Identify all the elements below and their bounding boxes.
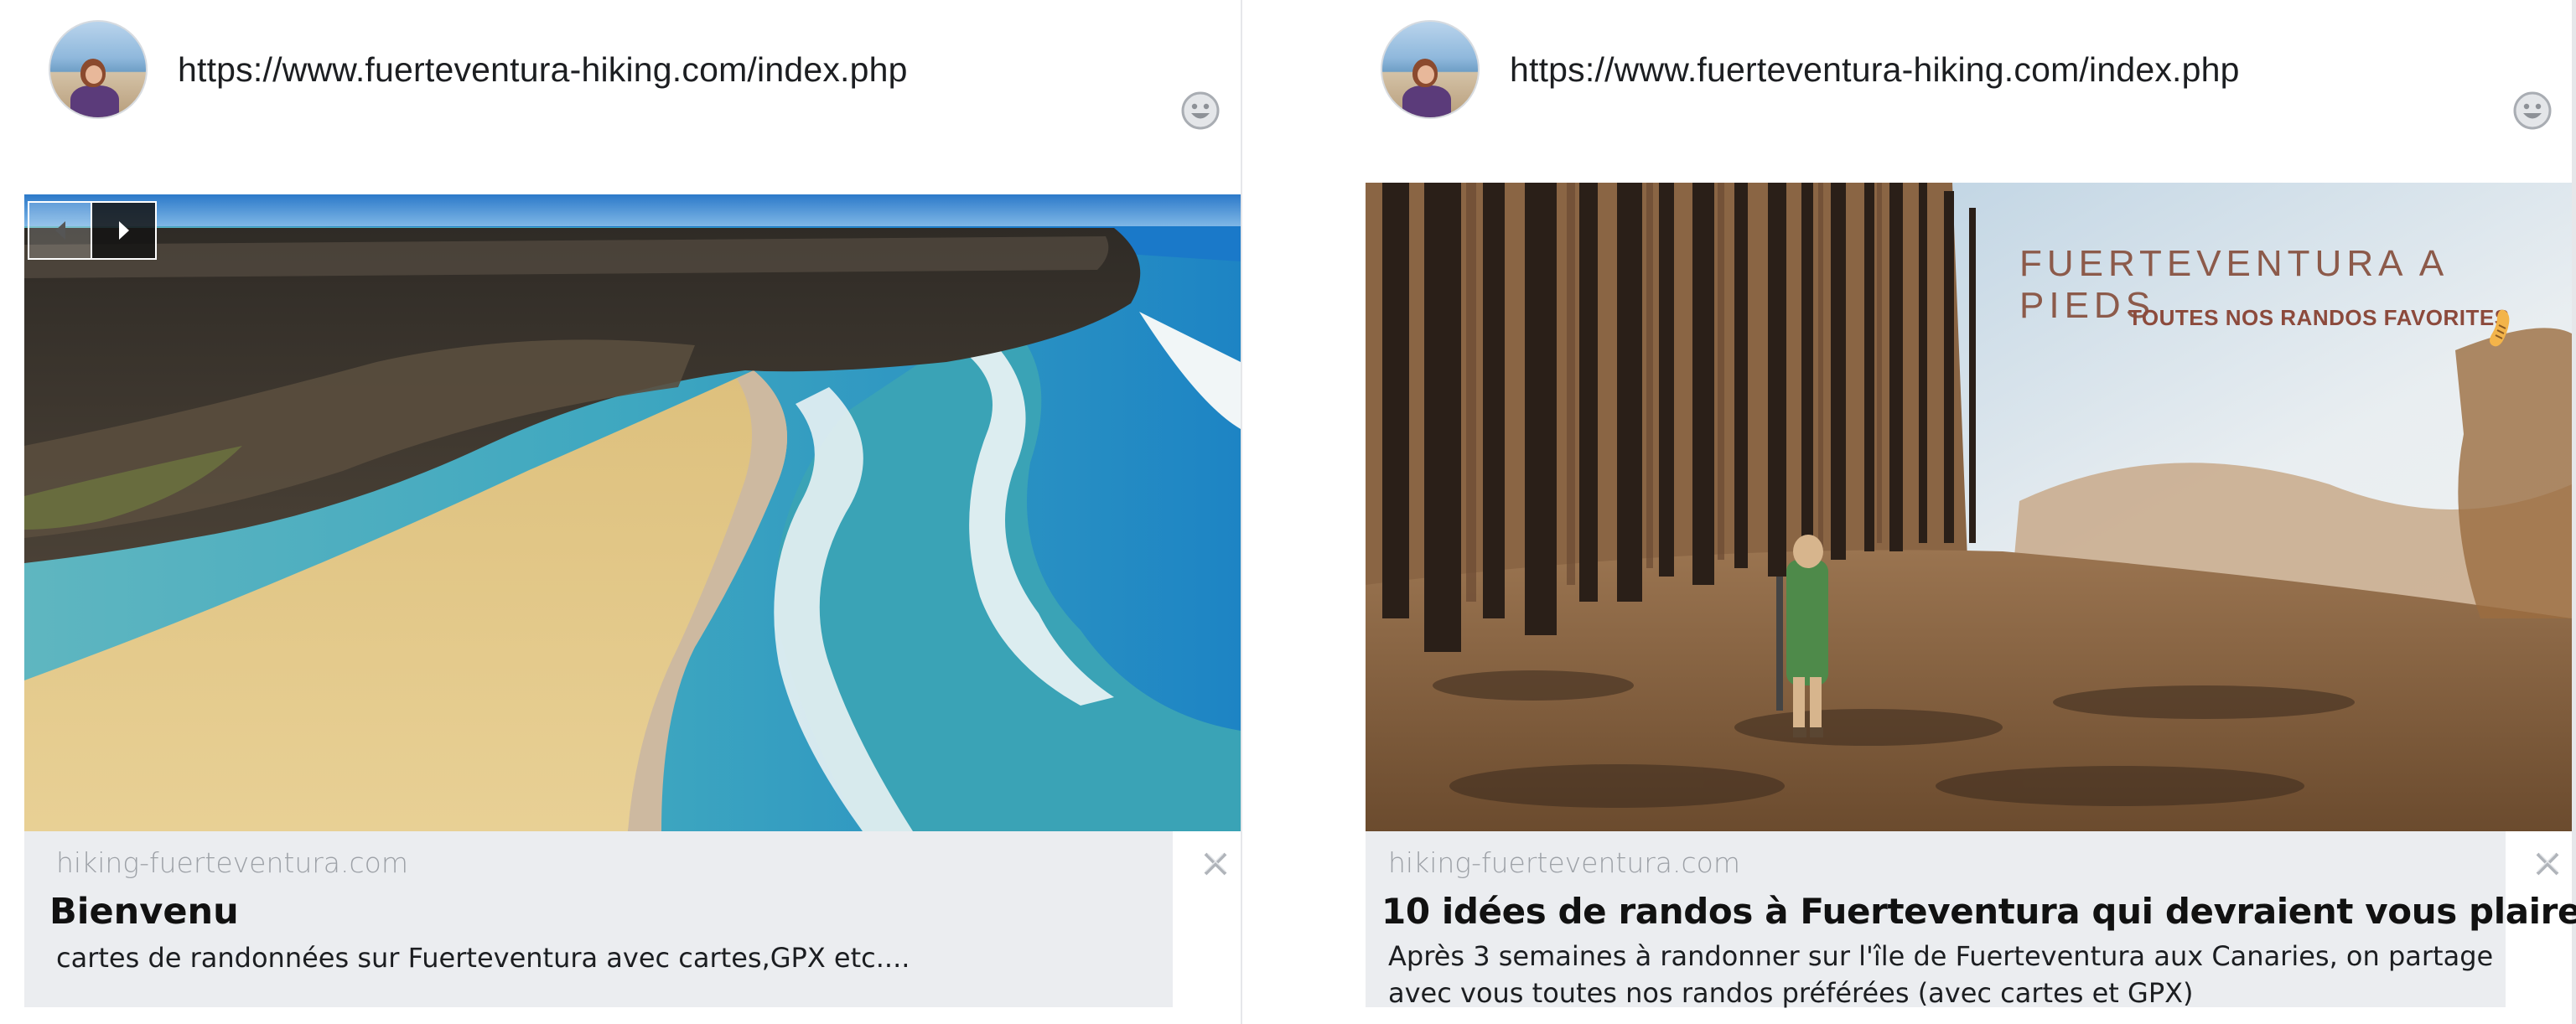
close-x-icon[interactable]: [1200, 849, 1231, 879]
post-composer-right: https://www.fuerteventura-hiking.com/ind…: [1332, 0, 2576, 1024]
hiking-boot-icon: [2490, 309, 2510, 347]
link-preview-title: Bienvenu: [49, 891, 239, 933]
post-composer-left: https://www.fuerteventura-hiking.com/ind…: [0, 0, 1241, 1024]
user-avatar[interactable]: [49, 20, 148, 119]
close-x-icon[interactable]: [2532, 849, 2563, 879]
link-preview-description: Après 3 semaines à randonner sur l'île d…: [1388, 940, 2494, 1009]
user-avatar[interactable]: [1381, 20, 1480, 119]
triangle-left-icon: [54, 221, 65, 240]
link-preview-description: cartes de randonnées sur Fuerteventura a…: [56, 942, 910, 974]
previous-slide-button[interactable]: [29, 203, 92, 258]
slideshow-controls: [28, 201, 157, 260]
image-overlay-subtitle: TOUTES NOS RANDOS FAVORITES: [2128, 305, 2510, 330]
link-preview-title: 10 idées de randos à Fuerteventura qui d…: [1381, 891, 2576, 932]
link-preview-image-beach[interactable]: [24, 194, 1241, 831]
next-slide-button[interactable]: [92, 203, 155, 258]
smiley-face-icon[interactable]: [1180, 91, 1221, 131]
post-text-url[interactable]: https://www.fuerteventura-hiking.com/ind…: [1510, 50, 2240, 90]
page: https://www.fuerteventura-hiking.com/ind…: [0, 0, 2576, 1024]
column-divider: [1241, 0, 1242, 1024]
post-text-url[interactable]: https://www.fuerteventura-hiking.com/ind…: [178, 50, 908, 90]
link-preview-domain: hiking-fuerteventura.com: [1388, 846, 1740, 879]
link-preview-domain: hiking-fuerteventura.com: [56, 846, 408, 879]
image-overlay: FUERTEVENTURA A PIEDS TOUTES NOS RANDOS …: [1366, 183, 2572, 831]
smiley-face-icon[interactable]: [2512, 91, 2553, 131]
triangle-right-icon: [118, 221, 129, 240]
right-edge-divider: [2572, 0, 2576, 1024]
